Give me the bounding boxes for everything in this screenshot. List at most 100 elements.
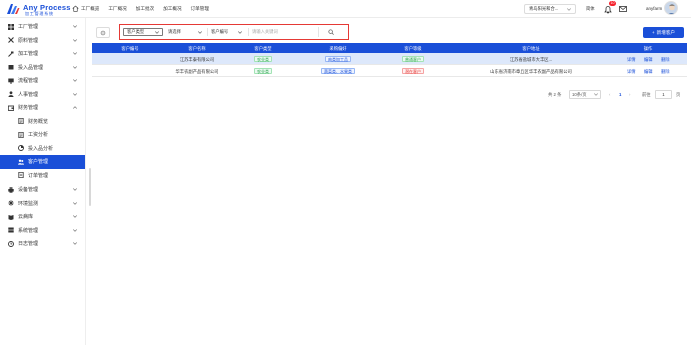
sidebar-item-factory[interactable]: 工厂管理 [0,20,85,34]
sidebar-item-label: 投入品分析 [28,145,54,152]
sidebar-item-inputs[interactable]: 投入品管理 [0,61,85,75]
sidebar-item-label: 财务概览 [28,118,49,125]
next-page-button[interactable]: › [629,92,630,97]
pie-icon [18,145,24,152]
hammer-icon [8,51,14,57]
bell-icon[interactable] [604,5,612,14]
sidebar: 工厂管理 原料管理 加工管理 投入品管理 流程管理 人事管理 财务管理 财务概览… [0,18,86,345]
type-value-select[interactable]: 请选择 [165,28,205,36]
sidebar-item-logs[interactable]: 日志管理 [0,237,85,251]
search-field-value: 客户编号 [211,29,229,34]
app-logo[interactable]: Any Process 加工管理系统 [6,2,70,16]
gear-icon [100,30,106,35]
chevron-down-icon [73,242,77,245]
customer-address: 江苏省盐城市大丰区... [509,56,553,62]
sidebar-item-input-analysis[interactable]: 投入品分析 [0,142,85,156]
avatar-icon [668,4,676,14]
edit-link[interactable]: 编辑 [644,69,653,75]
chevron-up-icon [73,106,77,109]
column-header: 客户名称 [188,45,206,51]
sidebar-item-label: 云病库 [18,214,34,221]
main-content: 客户类型 请选择 客户编号 请输入关键词 + 新增客户 客户编号 客户名称 客户… [92,22,691,345]
pagination: 共 2 条 10条/页 ‹ 1 › 前往 1 页 [548,90,688,100]
add-customer-button[interactable]: + 新增客户 [643,27,684,38]
column-header: 客户编号 [121,45,139,51]
chevron-down-icon [155,30,159,34]
server-icon [8,227,14,233]
customer-type-tag: 农业类 [254,67,272,74]
chevron-down-icon [73,38,77,42]
edit-link[interactable]: 编辑 [644,57,653,63]
sidebar-item-customers[interactable]: 客户管理 [0,155,85,169]
sidebar-item-environment[interactable]: 环境监测 [0,197,85,211]
page-size-select[interactable]: 10条/页 [569,90,601,99]
sidebar-item-wage-analysis[interactable]: 工资分析 [0,128,85,142]
sidebar-item-label: 工资分析 [28,132,49,139]
column-settings-button[interactable] [96,27,110,38]
nav-orders[interactable]: 订单管理 [191,6,209,12]
sidebar-item-label: 客户管理 [28,159,49,166]
mail-icon[interactable] [619,5,627,13]
top-nav: 工厂概览 工厂概况 加工批次 加工概况 订单管理 [72,5,209,12]
sidebar-item-disease-library[interactable]: 云病库 [0,210,85,224]
sidebar-item-label: 工厂管理 [18,24,39,31]
table-row[interactable]: 江苏丰泰有限公司 农业类 肉类加工品 普通客户 江苏省盐城市大丰区... 详情 … [92,53,687,65]
chevron-down-icon [73,79,77,82]
language-switch[interactable]: 简体 [586,6,595,12]
customer-level-tag: 潜在客户 [402,67,424,74]
page-number-current[interactable]: 1 [619,92,621,97]
search-button[interactable] [318,27,342,37]
sidebar-item-finance[interactable]: 财务管理 [0,101,85,115]
sidebar-item-orders[interactable]: 订单管理 [0,169,85,183]
nav-process-overview[interactable]: 加工概况 [163,6,181,12]
sidebar-item-finance-overview[interactable]: 财务概览 [0,115,85,129]
username[interactable]: anyfarm [646,6,662,11]
sidebar-item-processing[interactable]: 加工管理 [0,47,85,61]
book-icon [8,214,14,220]
nav-factory-overview[interactable]: 工厂概览 [72,5,99,12]
sidebar-item-label: 订单管理 [28,172,49,179]
search-input[interactable]: 请输入关键词 [248,28,316,36]
page-size-value: 10条/页 [572,91,587,97]
customer-level-tag: 普通客户 [402,55,424,62]
detail-link[interactable]: 详情 [627,69,636,75]
users-icon [18,159,24,165]
sidebar-item-system[interactable]: 系统管理 [0,224,85,238]
column-header: 采购偏好 [329,45,347,51]
sidebar-scrollbar[interactable] [89,168,91,206]
nav-batch[interactable]: 加工批次 [136,6,154,12]
customer-type-select[interactable]: 客户类型 [123,28,163,36]
chevron-down-icon [73,201,77,205]
table-row[interactable]: 华丰农副产品有限公司 农业类 蔬菜类、水果类 潜在客户 山东省济南市章丘区华丰农… [92,65,687,77]
chevron-down-icon [567,7,571,11]
sidebar-item-hr[interactable]: 人事管理 [0,88,85,102]
avatar[interactable] [664,1,678,15]
chevron-down-icon [73,65,77,69]
document-icon [18,118,24,125]
goto-label: 前往 [642,92,651,97]
region-select[interactable]: 青岛阳光和合... [524,4,576,14]
detail-link[interactable]: 详情 [627,57,636,63]
search-field-select[interactable]: 客户编号 [207,28,245,36]
chevron-down-icon [198,30,202,34]
customer-type-value: 客户类型 [127,29,145,34]
sidebar-item-label: 设备管理 [18,187,39,194]
sidebar-item-materials[interactable]: 原料管理 [0,34,85,48]
sidebar-item-flow[interactable]: 流程管理 [0,74,85,88]
sidebar-item-label: 原料管理 [18,37,39,44]
logo-icon [7,4,20,14]
sidebar-item-equipment[interactable]: 设备管理 [0,183,85,197]
nav-factory-status[interactable]: 工厂概况 [108,6,126,12]
delete-link[interactable]: 删除 [661,57,670,63]
search-icon [327,29,334,35]
page-unit-label: 页 [676,92,681,97]
delete-link[interactable]: 删除 [661,69,670,75]
search-placeholder: 请输入关键词 [252,29,278,34]
top-header: Any Process 加工管理系统 工厂概览 工厂概况 加工批次 加工概况 订… [0,0,691,18]
sidebar-item-label: 财务管理 [18,105,39,112]
type-value-placeholder: 请选择 [168,29,181,34]
home-icon [72,5,79,12]
goto-page-input[interactable]: 1 [655,90,672,99]
customer-type-tag: 农业类 [254,55,272,62]
prev-page-button[interactable]: ‹ [609,92,610,97]
